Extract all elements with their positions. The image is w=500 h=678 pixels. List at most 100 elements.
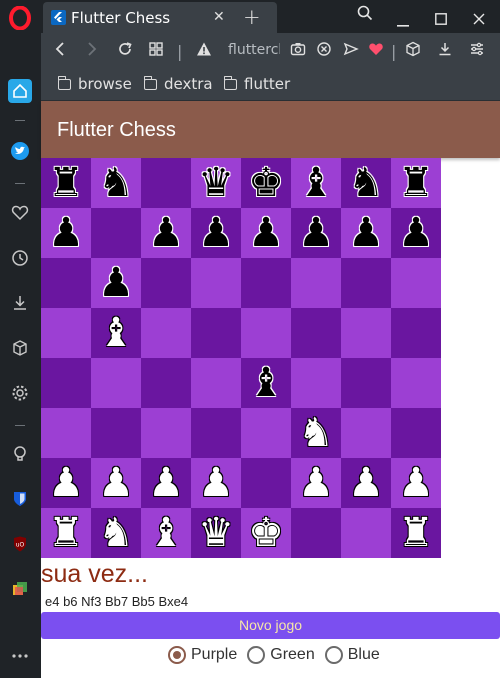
maximize-icon[interactable]: [435, 10, 447, 29]
black-pawn-piece[interactable]: ♟: [298, 213, 334, 253]
square-f5[interactable]: [291, 308, 341, 358]
square-g4[interactable]: [341, 358, 391, 408]
white-rook-piece[interactable]: ♜: [398, 513, 434, 553]
reload-icon[interactable]: [117, 41, 133, 62]
history-icon[interactable]: [9, 247, 31, 269]
bookmark-folder-flutter[interactable]: flutter: [223, 75, 290, 93]
downloads-icon[interactable]: [9, 292, 31, 314]
square-c2[interactable]: ♟: [141, 458, 191, 508]
square-e2[interactable]: [241, 458, 291, 508]
ublock-icon[interactable]: uO: [9, 533, 31, 555]
easy-setup-icon[interactable]: [469, 41, 485, 62]
settings-gear-icon[interactable]: [9, 382, 31, 404]
square-e6[interactable]: [241, 258, 291, 308]
square-c8[interactable]: [141, 158, 191, 208]
square-g1[interactable]: [341, 508, 391, 558]
forward-icon[interactable]: [86, 41, 98, 62]
square-e1[interactable]: ♚: [241, 508, 291, 558]
square-d1[interactable]: ♛: [191, 508, 241, 558]
square-h1[interactable]: ♜: [391, 508, 441, 558]
square-g7[interactable]: ♟: [341, 208, 391, 258]
extensions-cube-icon[interactable]: [9, 337, 31, 359]
square-c3[interactable]: [141, 408, 191, 458]
back-icon[interactable]: [54, 41, 66, 62]
black-rook-piece[interactable]: ♜: [398, 163, 434, 203]
square-f3[interactable]: ♞: [291, 408, 341, 458]
black-rook-piece[interactable]: ♜: [48, 163, 84, 203]
opera-logo-icon[interactable]: [8, 6, 32, 30]
black-pawn-piece[interactable]: ♟: [148, 213, 184, 253]
black-pawn-piece[interactable]: ♟: [48, 213, 84, 253]
square-c7[interactable]: ♟: [141, 208, 191, 258]
square-h8[interactable]: ♜: [391, 158, 441, 208]
lightbulb-icon[interactable]: [9, 443, 31, 465]
new-game-button[interactable]: Novo jogo: [41, 612, 500, 639]
notes-icon[interactable]: [9, 578, 31, 600]
square-g5[interactable]: [341, 308, 391, 358]
white-pawn-piece[interactable]: ♟: [398, 463, 434, 503]
square-f1[interactable]: [291, 508, 341, 558]
download-icon[interactable]: [437, 41, 453, 62]
square-f4[interactable]: [291, 358, 341, 408]
square-e7[interactable]: ♟: [241, 208, 291, 258]
speed-dial-grid-icon[interactable]: [148, 41, 164, 62]
square-h7[interactable]: ♟: [391, 208, 441, 258]
square-f7[interactable]: ♟: [291, 208, 341, 258]
bitwarden-shield-icon[interactable]: [9, 488, 31, 510]
bookmark-folder-dextra[interactable]: dextra: [143, 75, 213, 93]
square-c6[interactable]: [141, 258, 191, 308]
square-d8[interactable]: ♛: [191, 158, 241, 208]
black-pawn-piece[interactable]: ♟: [348, 213, 384, 253]
white-bishop-piece[interactable]: ♝: [98, 313, 134, 353]
close-window-icon[interactable]: [473, 10, 485, 29]
square-f6[interactable]: [291, 258, 341, 308]
white-queen-piece[interactable]: ♛: [198, 513, 234, 553]
radio-button[interactable]: [324, 646, 343, 664]
white-pawn-piece[interactable]: ♟: [348, 463, 384, 503]
black-knight-piece[interactable]: ♞: [98, 163, 134, 203]
square-e8[interactable]: ♚: [241, 158, 291, 208]
white-pawn-piece[interactable]: ♟: [48, 463, 84, 503]
tab-close-icon[interactable]: ✕: [213, 9, 225, 25]
square-e3[interactable]: [241, 408, 291, 458]
square-g6[interactable]: [341, 258, 391, 308]
white-knight-piece[interactable]: ♞: [98, 513, 134, 553]
white-bishop-piece[interactable]: ♝: [148, 513, 184, 553]
heart-bookmark-icon[interactable]: [368, 41, 384, 62]
search-tabs-icon[interactable]: [357, 5, 373, 25]
square-b2[interactable]: ♟: [91, 458, 141, 508]
square-h4[interactable]: [391, 358, 441, 408]
square-c4[interactable]: [141, 358, 191, 408]
white-pawn-piece[interactable]: ♟: [98, 463, 134, 503]
square-a8[interactable]: ♜: [41, 158, 91, 208]
square-a4[interactable]: [41, 358, 91, 408]
black-king-piece[interactable]: ♚: [248, 163, 284, 203]
square-b1[interactable]: ♞: [91, 508, 141, 558]
square-d5[interactable]: [191, 308, 241, 358]
square-a6[interactable]: [41, 258, 91, 308]
new-tab-icon[interactable]: +: [243, 5, 261, 29]
black-knight-piece[interactable]: ♞: [348, 163, 384, 203]
browser-tab[interactable]: Flutter Chess ✕ +: [43, 2, 277, 33]
square-a2[interactable]: ♟: [41, 458, 91, 508]
square-g3[interactable]: [341, 408, 391, 458]
square-d7[interactable]: ♟: [191, 208, 241, 258]
black-bishop-piece[interactable]: ♝: [298, 163, 334, 203]
black-queen-piece[interactable]: ♛: [198, 163, 234, 203]
url-text[interactable]: flutterch: [228, 42, 280, 58]
square-h6[interactable]: [391, 258, 441, 308]
black-pawn-piece[interactable]: ♟: [198, 213, 234, 253]
square-f8[interactable]: ♝: [291, 158, 341, 208]
send-icon[interactable]: [343, 41, 359, 62]
square-h3[interactable]: [391, 408, 441, 458]
square-c1[interactable]: ♝: [141, 508, 191, 558]
square-b7[interactable]: [91, 208, 141, 258]
white-king-piece[interactable]: ♚: [248, 513, 284, 553]
square-d6[interactable]: [191, 258, 241, 308]
white-rook-piece[interactable]: ♜: [48, 513, 84, 553]
black-bishop-piece[interactable]: ♝: [248, 363, 284, 403]
square-b4[interactable]: [91, 358, 141, 408]
twitter-icon[interactable]: [9, 140, 31, 162]
square-a3[interactable]: [41, 408, 91, 458]
black-pawn-piece[interactable]: ♟: [98, 263, 134, 303]
